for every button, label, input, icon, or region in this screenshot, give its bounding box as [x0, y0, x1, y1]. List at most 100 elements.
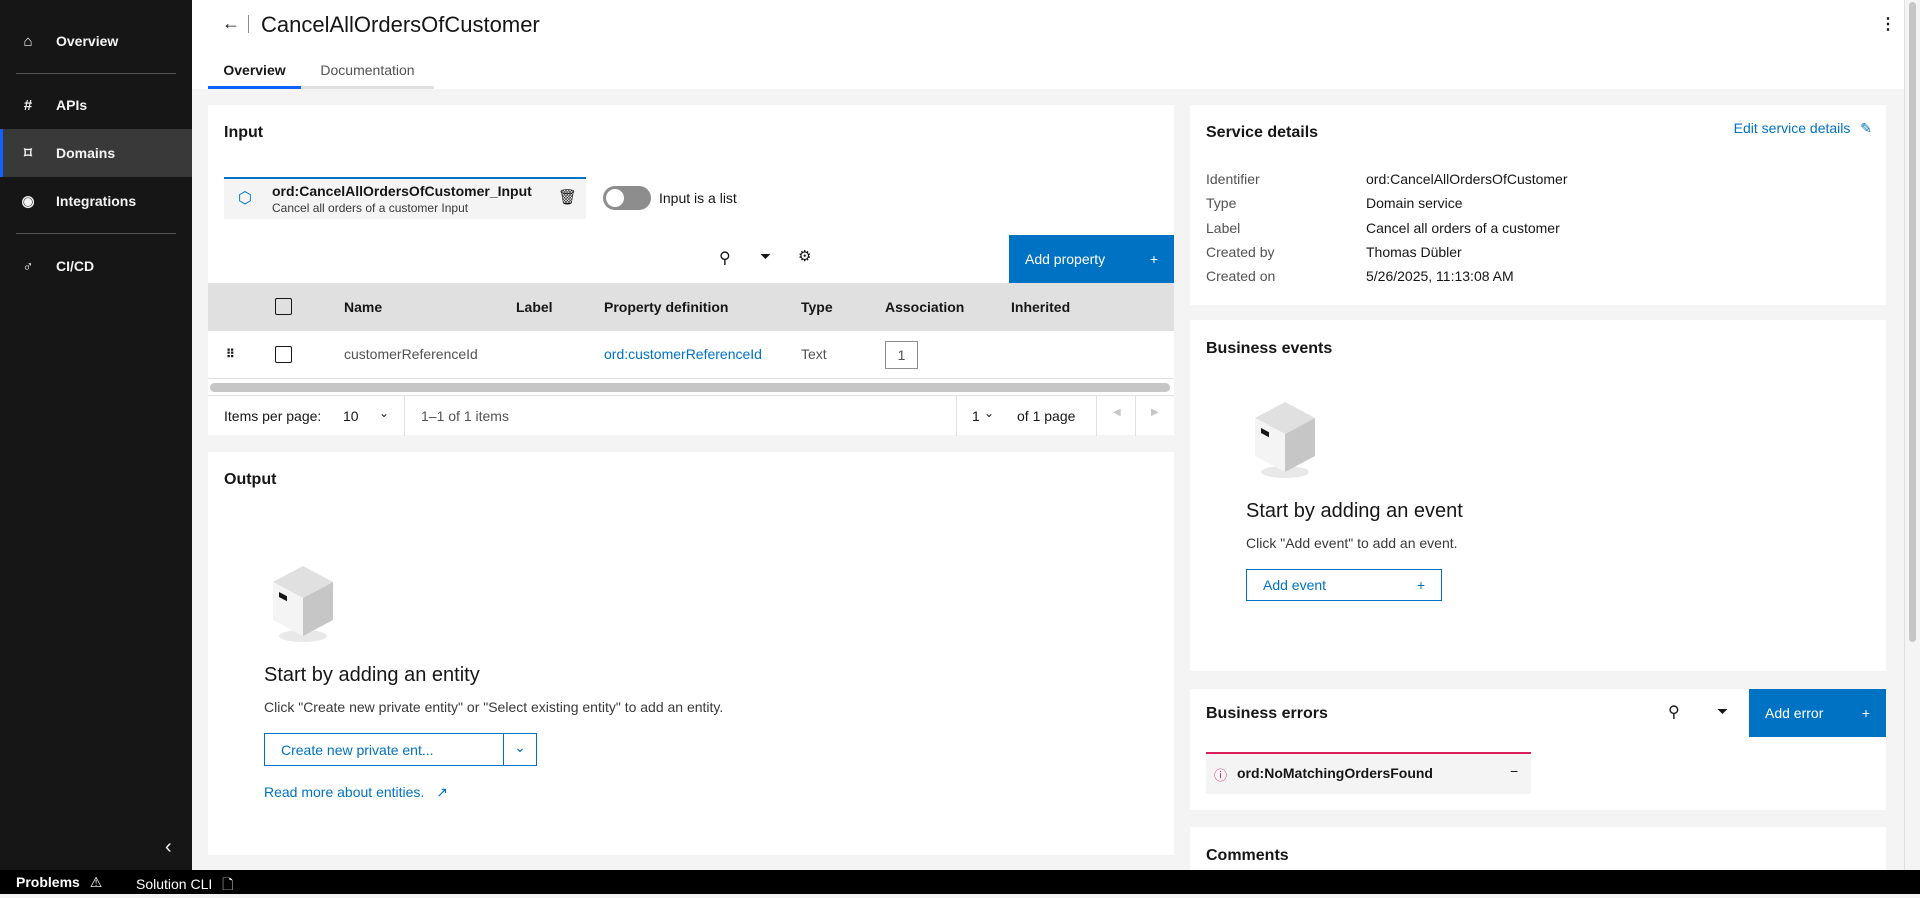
- cube-icon: ⬡: [238, 190, 252, 207]
- horizontal-scrollbar[interactable]: [210, 383, 1170, 392]
- divider: [1135, 396, 1136, 436]
- table-row: ⠿ customerReferenceId ord:customerRefere…: [208, 331, 1174, 379]
- property-name: customerReferenceId: [344, 346, 478, 362]
- input-is-list-toggle[interactable]: [603, 186, 651, 210]
- column-property-definition[interactable]: Property definition: [604, 283, 728, 331]
- service-details-title: Service details: [1206, 124, 1319, 141]
- input-type-desc: Cancel all orders of a customer Input: [272, 201, 469, 215]
- add-property-button[interactable]: Add property +: [1009, 235, 1174, 283]
- page-header: ← CancelAllOrdersOfCustomer ⋮ Overview D…: [192, 0, 1904, 89]
- row-checkbox[interactable]: [275, 346, 292, 363]
- sidebar-item-overview[interactable]: ⌂ Overview: [0, 17, 192, 65]
- output-title: Output: [224, 471, 277, 488]
- sidebar: ⌂ Overview # APIs ⌑ Domains ◉ Integrations ♂…: [0, 0, 192, 870]
- error-name: ord:NoMatchingOrdersFound: [1237, 765, 1433, 781]
- search-icon[interactable]: ⚲: [1668, 702, 1680, 722]
- add-error-button[interactable]: Add error +: [1749, 689, 1886, 737]
- cicd-icon: ♂: [22, 257, 34, 275]
- business-events-title: Business events: [1206, 340, 1333, 357]
- divider: [16, 233, 176, 234]
- create-new-private-entity-button[interactable]: Create new private ent...: [264, 733, 504, 766]
- add-event-button[interactable]: Add event +: [1246, 569, 1442, 601]
- collapse-minus-icon[interactable]: −: [1510, 763, 1518, 779]
- plus-icon: +: [1416, 577, 1425, 593]
- business-errors-title: Business errors: [1206, 705, 1328, 722]
- scrollbar-thumb[interactable]: [1909, 2, 1916, 642]
- column-name[interactable]: Name: [344, 283, 382, 331]
- collapse-sidebar-icon[interactable]: ‹: [165, 836, 172, 859]
- edit-service-details-link[interactable]: Edit service details ✎: [1734, 120, 1872, 137]
- divider: [16, 73, 176, 74]
- settings-gear-icon[interactable]: ⚙: [798, 247, 811, 265]
- vertical-scrollbar[interactable]: [1904, 0, 1920, 870]
- items-per-page-label: Items per page:: [224, 408, 322, 424]
- association-badge: 1: [885, 341, 918, 369]
- divider: [1096, 396, 1097, 436]
- output-panel: Output Start by adding an entity Click "…: [208, 452, 1174, 855]
- filter-icon[interactable]: ⏷: [760, 248, 771, 265]
- solution-cli-button[interactable]: Solution CLI 🗋: [136, 874, 233, 898]
- items-range: 1–1 of 1 items: [421, 408, 509, 424]
- filter-icon[interactable]: ⏷: [1717, 703, 1728, 720]
- error-item[interactable]: ⓘ ord:NoMatchingOrdersFound −: [1206, 752, 1531, 794]
- sidebar-item-integrations[interactable]: ◉ Integrations: [0, 177, 192, 225]
- drag-handle-icon[interactable]: ⠿: [226, 331, 235, 378]
- chevron-down-icon[interactable]: ⌄: [503, 733, 537, 766]
- comments-title: Comments: [1206, 847, 1289, 864]
- page-count: of 1 page: [1017, 408, 1076, 424]
- overflow-menu-icon[interactable]: ⋮: [1880, 14, 1896, 34]
- domain-icon: ⌑: [24, 145, 32, 162]
- service-details-panel: Service details Edit service details ✎ I…: [1190, 105, 1886, 305]
- property-type: Text: [801, 346, 827, 362]
- prev-page-icon[interactable]: ◀: [1113, 407, 1121, 418]
- sidebar-item-domains[interactable]: ⌑ Domains: [0, 129, 192, 177]
- external-link-icon: ↗: [436, 784, 448, 800]
- chevron-down-icon[interactable]: ⌄: [984, 406, 994, 420]
- error-icon: ⓘ: [1214, 768, 1228, 783]
- empty-box-illustration: [1255, 402, 1315, 478]
- divider: [956, 396, 957, 436]
- toggle-knob: [606, 189, 624, 207]
- trash-icon[interactable]: 🗑: [558, 188, 577, 206]
- page-select[interactable]: 1: [972, 408, 980, 424]
- column-inherited[interactable]: Inherited: [1011, 283, 1070, 331]
- sidebar-item-apis[interactable]: # APIs: [0, 81, 192, 129]
- plus-icon: +: [1861, 705, 1870, 721]
- sidebar-item-cicd[interactable]: ♂ CI/CD: [0, 242, 192, 290]
- input-type-name: ord:CancelAllOrdersOfCustomer_Input: [272, 183, 532, 199]
- input-panel: Input ⬡ ord:CancelAllOrdersOfCustomer_In…: [208, 105, 1174, 436]
- property-definition-link[interactable]: ord:customerReferenceId: [604, 331, 762, 378]
- input-title: Input: [224, 124, 264, 141]
- empty-box-illustration: [273, 566, 333, 642]
- input-type-card[interactable]: ⬡ ord:CancelAllOrdersOfCustomer_Input Ca…: [224, 177, 586, 219]
- home-icon: ⌂: [23, 32, 33, 50]
- back-arrow-icon[interactable]: ←: [222, 13, 240, 34]
- column-association[interactable]: Association: [885, 283, 964, 331]
- table-header: Name Label Property definition Type Asso…: [208, 283, 1174, 331]
- edit-pencil-icon: ✎: [1860, 120, 1872, 136]
- file-code-icon: 🗋: [222, 876, 234, 892]
- divider: [404, 396, 405, 436]
- empty-state-title: Start by adding an entity: [264, 664, 480, 686]
- bottom-bar: Problems ⚠ Solution CLI 🗋: [0, 870, 1920, 894]
- select-all-checkbox[interactable]: [275, 298, 292, 315]
- page-title: CancelAllOrdersOfCustomer: [261, 12, 540, 37]
- read-more-link[interactable]: Read more about entities. ↗: [264, 784, 448, 801]
- business-events-panel: Business events Start by adding an event…: [1190, 320, 1886, 671]
- items-per-page-select[interactable]: 10: [343, 408, 359, 424]
- business-errors-panel: Business errors ⚲ ⏷ Add error + ⓘ ord:NoM…: [1190, 689, 1886, 810]
- divider: [248, 15, 249, 33]
- tab-documentation[interactable]: Documentation: [301, 54, 434, 89]
- empty-state-title: Start by adding an event: [1246, 500, 1463, 522]
- toggle-label: Input is a list: [659, 190, 737, 206]
- next-page-icon[interactable]: ▶: [1151, 407, 1159, 418]
- plus-icon: +: [1149, 251, 1158, 267]
- chevron-down-icon[interactable]: ⌄: [379, 406, 389, 420]
- empty-state-description: Click "Add event" to add an event.: [1246, 535, 1458, 551]
- problems-button[interactable]: Problems ⚠: [16, 874, 102, 891]
- column-type[interactable]: Type: [801, 283, 833, 331]
- column-label[interactable]: Label: [516, 283, 553, 331]
- search-icon[interactable]: ⚲: [719, 248, 731, 268]
- warning-icon: ⚠: [89, 874, 103, 890]
- tab-overview[interactable]: Overview: [208, 54, 301, 89]
